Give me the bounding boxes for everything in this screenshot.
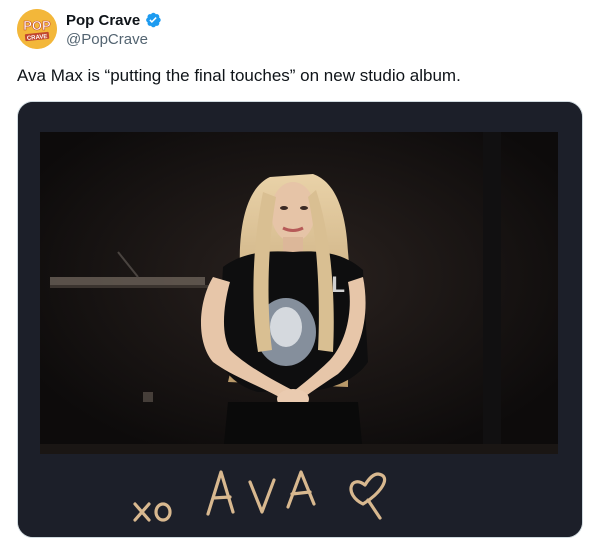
avatar[interactable]: POP CRAVE — [17, 9, 57, 49]
author-display-name[interactable]: Pop Crave — [66, 12, 140, 29]
tweet-photo[interactable]: LL — [17, 101, 583, 538]
tweet-text: Ava Max is “putting the final touches” o… — [17, 66, 461, 85]
pop-crave-logo: POP CRAVE — [17, 9, 57, 49]
svg-text:POP: POP — [23, 18, 51, 33]
author-name-row: Pop Crave — [66, 10, 162, 30]
polaroid-photo-image: LL — [18, 102, 582, 537]
verified-badge-icon — [144, 11, 162, 29]
author-handle[interactable]: @PopCrave — [66, 31, 148, 48]
tweet-card: POP CRAVE Pop Crave @PopCrave Ava Max is… — [0, 0, 600, 545]
